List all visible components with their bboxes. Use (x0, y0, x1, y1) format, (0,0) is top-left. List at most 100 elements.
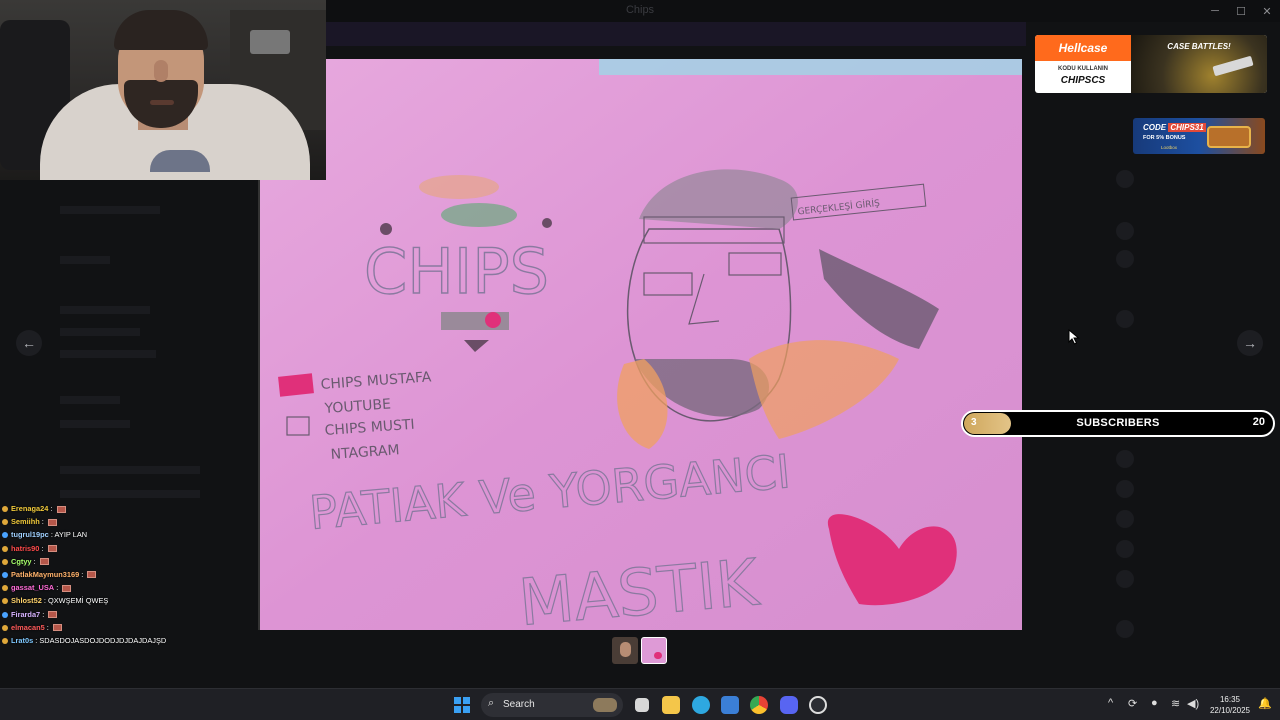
chat-separator: : (39, 517, 46, 527)
chat-badge-icon (2, 519, 8, 526)
lootbox-code: CHIPS31 (1168, 123, 1206, 132)
chat-username[interactable]: PatlakMaymun3169 (11, 570, 79, 579)
store-icon[interactable] (721, 696, 739, 714)
channel-placeholder (60, 206, 160, 214)
sync-icon[interactable]: ⟳ (1128, 697, 1137, 710)
webcam-nose (154, 60, 168, 82)
microphone-icon[interactable]: ● (1151, 697, 1158, 709)
arrow-right-icon[interactable]: → (1237, 330, 1263, 356)
chat-text: AYIP LAN (54, 530, 88, 540)
lootbox-bonus: FOR 5% BONUS (1143, 135, 1186, 141)
search-label: Search (503, 699, 535, 710)
scribble (380, 223, 392, 235)
lootbox-ad[interactable]: CODE CHIPS31 FOR 5% BONUS Lootbox (1133, 118, 1265, 154)
notice-banner (326, 22, 1026, 46)
hellcase-code: CHIPSCS (1060, 75, 1106, 86)
stream-chat: Erenaga24 : Semiihh : tugrul19pc : AYIP … (2, 502, 258, 647)
taskbar-search[interactable]: ⌕ Search (481, 693, 623, 717)
chat-message: tugrul19pc : AYIP LAN (2, 528, 258, 541)
hellcase-brand: Hellcase (1035, 35, 1131, 61)
member-avatar (1116, 170, 1134, 188)
chest-icon (1207, 126, 1251, 148)
chat-message: hatris90 : (2, 542, 258, 555)
chat-emote-icon (56, 505, 66, 513)
thumbnail[interactable] (612, 637, 638, 664)
chat-emote-icon (47, 518, 57, 526)
chat-message: Shlost52 : QXWŞEMİ QWEŞ (2, 594, 258, 607)
windows-start-icon[interactable] (454, 697, 470, 713)
chat-separator: : (40, 609, 47, 619)
webcam-mouth (150, 100, 174, 105)
chat-message: PatlakMaymun3169 : (2, 568, 258, 581)
member-avatar (1116, 570, 1134, 588)
notification-bell-icon[interactable]: 🔔 (1258, 697, 1272, 710)
system-clock[interactable]: 16:35 22/10/2025 (1206, 694, 1254, 716)
chat-username[interactable]: Semiihh (11, 517, 40, 526)
clock-date: 22/10/2025 (1209, 706, 1251, 715)
chat-username[interactable]: Cgtyy (11, 557, 32, 566)
subscriber-label: SUBSCRIBERS (1076, 417, 1160, 429)
arrow-left-icon[interactable]: ← (16, 330, 42, 356)
channel-placeholder (60, 350, 156, 358)
chat-badge-icon (2, 611, 8, 618)
chat-emote-icon (47, 545, 57, 553)
minimize-icon[interactable]: ─ (1202, 0, 1228, 22)
chat-separator: : (31, 556, 38, 566)
hellcase-line1: KODU KULLANIN (1058, 66, 1108, 72)
chat-username[interactable]: tugrul19pc (11, 530, 49, 539)
channel-placeholder (60, 420, 130, 428)
thumbnail-selected[interactable] (641, 637, 667, 664)
chat-badge-icon (2, 637, 8, 644)
maximize-icon[interactable]: ☐ (1228, 0, 1254, 22)
chat-username[interactable]: Shlost52 (11, 596, 42, 605)
volume-icon[interactable]: ◀) (1187, 697, 1199, 710)
channel-placeholder (60, 256, 110, 264)
chat-badge-icon (2, 624, 8, 631)
close-icon[interactable]: ✕ (1254, 0, 1280, 22)
file-explorer-icon[interactable] (662, 696, 680, 714)
hellcase-promo: CASE BATTLES! (1167, 42, 1231, 51)
chat-username[interactable]: elmacan5 (11, 623, 45, 632)
edge-icon[interactable] (692, 696, 710, 714)
task-view-icon[interactable] (635, 698, 649, 712)
chat-username[interactable]: Erenaga24 (11, 504, 48, 513)
member-avatar (1116, 620, 1134, 638)
discord-icon[interactable] (780, 696, 798, 714)
search-highlight-icon (593, 698, 617, 712)
chat-emote-icon (52, 624, 62, 632)
chat-badge-icon (2, 598, 8, 605)
chat-separator: : (54, 583, 61, 593)
chat-badge-icon (2, 571, 8, 578)
subscriber-goal: 20 (1252, 416, 1265, 428)
chat-message: Firarda7 : (2, 608, 258, 621)
member-avatar (1116, 250, 1134, 268)
hellcase-ad[interactable]: Hellcase KODU KULLANIN CHIPSCS CASE BATT… (1035, 35, 1267, 93)
chat-message: gassat_USA : (2, 581, 258, 594)
chat-username[interactable]: gassat_USA (11, 583, 54, 592)
chat-separator: : (48, 504, 55, 513)
lootbox-code-prefix: CODE (1143, 123, 1167, 132)
scribble (485, 312, 501, 328)
member-avatar (1116, 540, 1134, 558)
webcam-object (250, 30, 290, 54)
chat-username[interactable]: hatris90 (11, 544, 39, 553)
image-viewer[interactable]: CHIPS GERÇEKLEŞİ GİRİŞ CHIPS MUSTAFA YOU… (259, 59, 1022, 630)
chevron-up-icon[interactable]: ^ (1108, 697, 1113, 709)
lootbox-brand: Lootbox (1161, 145, 1178, 150)
chrome-icon[interactable] (750, 696, 768, 714)
chat-username[interactable]: Lrat0s (11, 636, 33, 645)
channel-placeholder (60, 466, 200, 474)
thumbnail-strip (612, 637, 667, 664)
chat-emote-icon (87, 571, 97, 579)
taskbar: ⌕ Search ^ ⟳ ● ≋ ◀) 16:35 22/10/2025 🔔 (0, 688, 1280, 720)
chat-separator: : (39, 543, 46, 553)
chat-username[interactable]: Firarda7 (11, 610, 40, 619)
chat-emote-icon (48, 611, 58, 619)
chat-message: Semiihh : (2, 515, 258, 528)
obs-icon[interactable] (809, 696, 827, 714)
lootbox-code-line: CODE CHIPS31 (1143, 123, 1206, 132)
wifi-icon[interactable]: ≋ (1171, 697, 1180, 710)
member-avatar (1116, 222, 1134, 240)
drawn-youtube-icon (278, 373, 314, 397)
subscriber-goal-bar: 3 SUBSCRIBERS 20 (961, 410, 1275, 437)
